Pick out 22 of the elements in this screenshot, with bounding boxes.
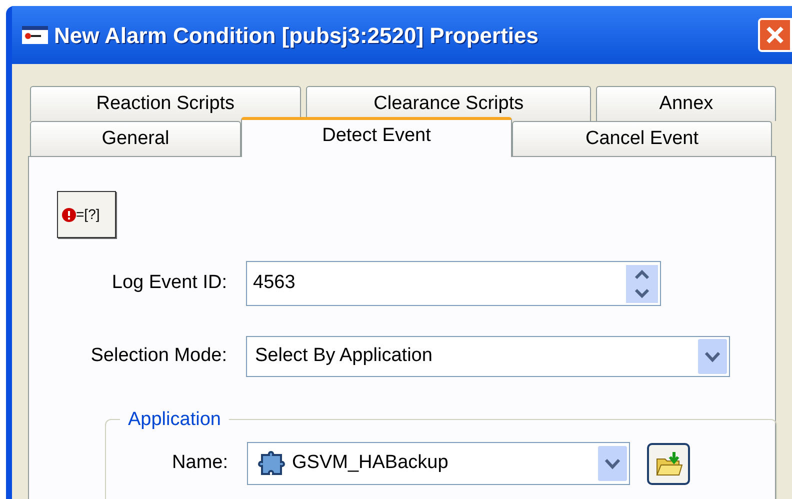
field-label: Log Event ID:	[110, 271, 228, 296]
condition-button[interactable]: =[?]	[57, 191, 116, 238]
error-icon	[62, 208, 76, 222]
spin-down-icon[interactable]	[626, 284, 658, 302]
name-dropdown[interactable]: GSVM_HABackup	[247, 442, 630, 485]
tab[interactable]: Annex	[596, 86, 776, 121]
log-event-id-spinner[interactable]: 4563	[246, 261, 661, 306]
tab[interactable]: General	[30, 121, 241, 156]
folder-icon	[654, 450, 682, 476]
window-icon	[22, 26, 48, 44]
field-label: Selection Mode:	[90, 344, 228, 368]
window-title: New Alarm Condition [pubsj3:2520] Properties	[54, 22, 538, 50]
spin-up-icon[interactable]	[626, 264, 658, 284]
tab[interactable]: Reaction Scripts	[30, 86, 301, 121]
tab[interactable]: Detect Event	[241, 117, 512, 157]
field-label: Name:	[171, 451, 229, 476]
selection-mode-dropdown[interactable]: Select By Application	[246, 336, 730, 377]
close-button[interactable]	[758, 18, 792, 52]
browse-button[interactable]	[647, 442, 690, 484]
tab[interactable]: Clearance Scripts	[306, 86, 592, 121]
tab[interactable]: Cancel Event	[512, 121, 772, 156]
close-icon	[765, 25, 785, 45]
